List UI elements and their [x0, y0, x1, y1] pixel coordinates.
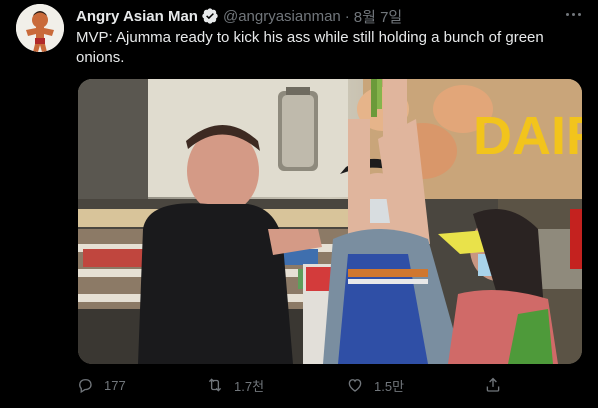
retweet-button[interactable]: 1.7천	[206, 374, 264, 396]
share-button[interactable]	[484, 374, 502, 396]
reply-count: 177	[104, 377, 126, 393]
dairy-sign-text: DAIR	[473, 106, 582, 166]
like-button[interactable]: 1.5만	[346, 374, 404, 396]
verified-badge-icon	[202, 8, 218, 24]
author-name[interactable]: Angry Asian Man	[76, 8, 198, 25]
tweet-header: Angry Asian Man @angryasianman · 8월 7일	[76, 6, 402, 26]
tweet-actions-bar: 177 1.7천 1.5만	[76, 374, 506, 396]
reply-button[interactable]: 177	[76, 374, 126, 396]
retweet-icon	[208, 378, 222, 392]
tweet-card[interactable]: Angry Asian Man @angryasianman · 8월 7일 M…	[0, 0, 598, 408]
tweet-text: MVP: Ajumma ready to kick his ass while …	[76, 29, 544, 66]
author-avatar[interactable]	[16, 4, 64, 52]
tweet-media-video[interactable]: DAIR	[78, 79, 582, 364]
separator-dot: ·	[344, 7, 350, 25]
author-handle[interactable]: @angryasianman	[223, 8, 341, 25]
share-icon	[486, 377, 500, 392]
like-count: 1.5만	[374, 378, 405, 394]
reply-icon	[79, 379, 92, 394]
avatar-illustration-icon	[16, 4, 64, 52]
retweet-count: 1.7천	[234, 378, 265, 394]
tweet-timestamp[interactable]: 8월 7일	[354, 6, 402, 27]
more-options-icon[interactable]	[561, 4, 585, 24]
heart-icon	[348, 379, 362, 392]
video-still-image: DAIR	[78, 79, 582, 364]
